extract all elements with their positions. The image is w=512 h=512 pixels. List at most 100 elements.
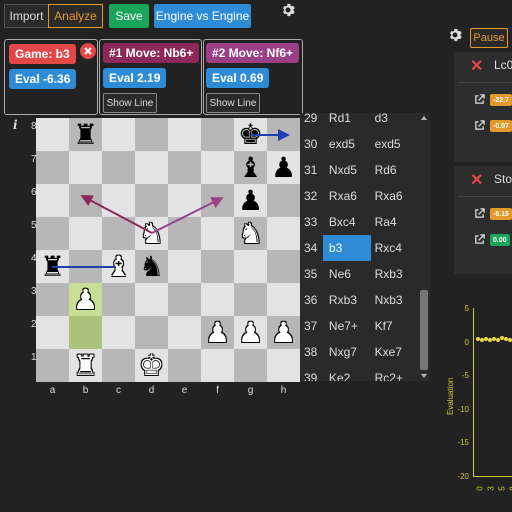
square-c6[interactable] [102, 184, 135, 217]
square-a6[interactable] [36, 184, 69, 217]
square-g3[interactable] [234, 283, 267, 316]
white-move[interactable]: Rxb3 [323, 287, 371, 313]
square-b4[interactable] [69, 250, 102, 283]
square-e3[interactable] [168, 283, 201, 316]
square-c2[interactable] [102, 316, 135, 349]
square-d2[interactable] [135, 316, 168, 349]
white-move[interactable]: Ne7+ [323, 313, 371, 339]
square-f8[interactable] [201, 118, 234, 151]
import-button[interactable]: Import [4, 4, 48, 28]
piece-d4[interactable]: ♞ [135, 250, 168, 283]
square-d8[interactable] [135, 118, 168, 151]
piece-h7[interactable]: ♟ [267, 151, 300, 184]
analyze-button[interactable]: Analyze [48, 4, 103, 28]
square-e1[interactable] [168, 349, 201, 382]
engine1-close-icon[interactable]: ✕ [470, 56, 483, 76]
piece-g8[interactable]: ♚ [234, 118, 267, 151]
square-d3[interactable] [135, 283, 168, 316]
white-move[interactable]: Ke2 [323, 365, 371, 381]
external-link-icon[interactable] [474, 208, 485, 219]
square-d7[interactable] [135, 151, 168, 184]
piece-c4[interactable]: ♝ [102, 250, 135, 283]
square-d6[interactable] [135, 184, 168, 217]
square-a3[interactable] [36, 283, 69, 316]
black-move[interactable]: Rd6 [371, 163, 420, 177]
square-h6[interactable] [267, 184, 300, 217]
square-c5[interactable] [102, 217, 135, 250]
square-a2[interactable] [36, 316, 69, 349]
piece-g7[interactable]: ♝ [234, 151, 267, 184]
piece-a4[interactable]: ♜ [36, 250, 69, 283]
square-h8[interactable] [267, 118, 300, 151]
square-h1[interactable] [267, 349, 300, 382]
square-b5[interactable] [69, 217, 102, 250]
square-f7[interactable] [201, 151, 234, 184]
square-f3[interactable] [201, 283, 234, 316]
square-h4[interactable] [267, 250, 300, 283]
engine2-close-icon[interactable]: ✕ [470, 170, 483, 190]
black-move[interactable]: exd5 [371, 137, 420, 151]
move2-show-line-button[interactable]: Show Line [206, 93, 260, 113]
square-g4[interactable] [234, 250, 267, 283]
close-icon[interactable] [80, 43, 96, 59]
pause-button[interactable]: Pause [470, 28, 508, 48]
piece-f2[interactable]: ♟ [201, 316, 234, 349]
gear-icon[interactable] [281, 3, 295, 17]
square-f6[interactable] [201, 184, 234, 217]
piece-h2[interactable]: ♟ [267, 316, 300, 349]
square-e4[interactable] [168, 250, 201, 283]
move-list-scrollbar[interactable] [420, 290, 428, 370]
square-b2[interactable] [69, 316, 102, 349]
square-c8[interactable] [102, 118, 135, 151]
move1-show-line-button[interactable]: Show Line [103, 93, 157, 113]
scroll-down-icon[interactable] [421, 374, 427, 378]
square-h3[interactable] [267, 283, 300, 316]
piece-b3[interactable]: ♟ [69, 283, 102, 316]
square-c3[interactable] [102, 283, 135, 316]
piece-g5[interactable]: ♞ [234, 217, 267, 250]
piece-d5[interactable]: ♞ [135, 217, 168, 250]
piece-b8[interactable]: ♜ [69, 118, 102, 151]
black-move[interactable]: Rc2+ [371, 371, 420, 381]
square-h5[interactable] [267, 217, 300, 250]
info-icon[interactable]: i [13, 118, 18, 132]
external-link-icon[interactable] [474, 234, 485, 245]
piece-b1[interactable]: ♜ [69, 349, 102, 382]
square-a8[interactable] [36, 118, 69, 151]
square-f1[interactable] [201, 349, 234, 382]
black-move[interactable]: Kf7 [371, 319, 420, 333]
white-move[interactable]: Nxd5 [323, 157, 371, 183]
white-move[interactable]: Rxa6 [323, 183, 371, 209]
scroll-up-icon[interactable] [421, 116, 427, 120]
square-f4[interactable] [201, 250, 234, 283]
black-move[interactable]: Rxc4 [371, 241, 420, 255]
square-c7[interactable] [102, 151, 135, 184]
white-move[interactable]: Nxg7 [323, 339, 371, 365]
white-move[interactable]: exd5 [323, 131, 371, 157]
square-b6[interactable] [69, 184, 102, 217]
engine-settings-gear-icon[interactable] [448, 28, 462, 42]
external-link-icon[interactable] [474, 94, 485, 105]
black-move[interactable]: Rxb3 [371, 267, 420, 281]
black-move[interactable]: Nxb3 [371, 293, 420, 307]
square-a1[interactable] [36, 349, 69, 382]
black-move[interactable]: Kxe7 [371, 345, 420, 359]
black-move[interactable]: Ra4 [371, 215, 420, 229]
save-button[interactable]: Save [109, 4, 149, 28]
white-move[interactable]: Bxc4 [323, 209, 371, 235]
black-move[interactable]: Rxa6 [371, 189, 420, 203]
square-e7[interactable] [168, 151, 201, 184]
square-e6[interactable] [168, 184, 201, 217]
piece-d1[interactable]: ♚ [135, 349, 168, 382]
engine-vs-engine-button[interactable]: Engine vs Engine [154, 4, 251, 28]
white-move[interactable]: Ne6 [323, 261, 371, 287]
piece-g6[interactable]: ♟ [234, 184, 267, 217]
square-b7[interactable] [69, 151, 102, 184]
square-e5[interactable] [168, 217, 201, 250]
chess-board[interactable]: ♜ ♚ ♝ ♟ ♟ ♞ ♞ ♜ ♝ ♞ ♟ ♟ ♟ ♟ ♜ ♚ [36, 118, 300, 382]
square-a7[interactable] [36, 151, 69, 184]
external-link-icon[interactable] [474, 120, 485, 131]
square-e2[interactable] [168, 316, 201, 349]
black-move[interactable]: d3 [371, 113, 420, 125]
square-f5[interactable] [201, 217, 234, 250]
